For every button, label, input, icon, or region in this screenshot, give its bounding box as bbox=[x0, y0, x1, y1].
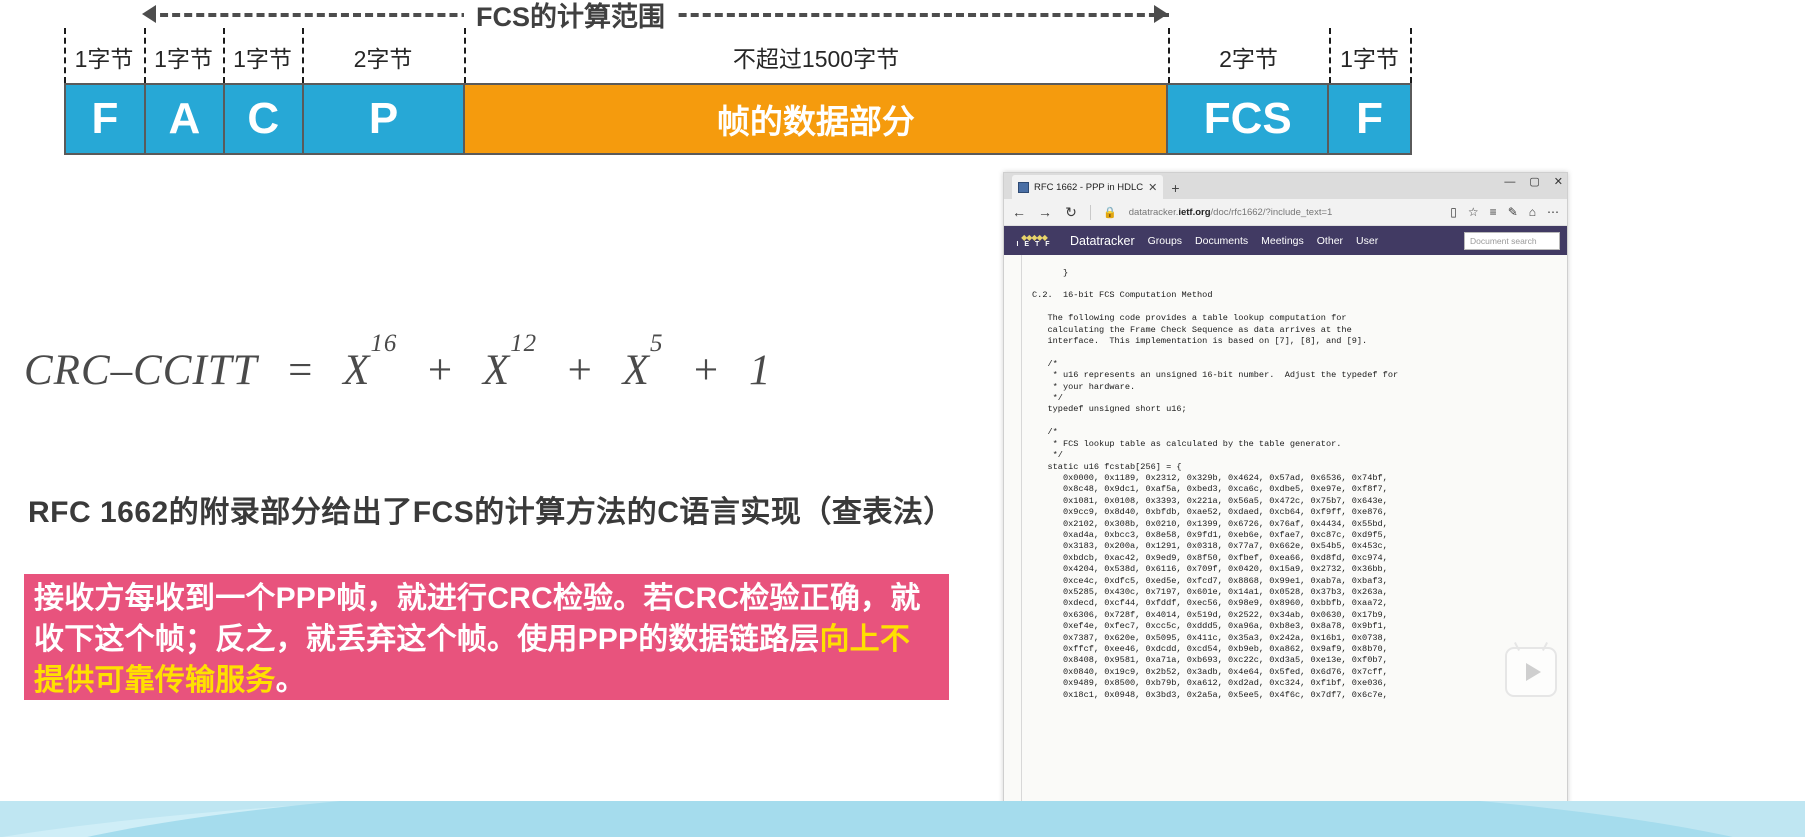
notes-icon[interactable]: ✎ bbox=[1508, 205, 1518, 219]
document-search-input[interactable]: Document search bbox=[1464, 231, 1560, 250]
frame-field-control: C bbox=[224, 85, 304, 153]
nav-item-user[interactable]: User bbox=[1356, 235, 1378, 247]
rfc-caption: RFC 1662的附录部分给出了FCS的计算方法的C语言实现（查表法） bbox=[28, 496, 954, 529]
reload-icon[interactable]: ↻ bbox=[1064, 204, 1078, 221]
frame-field-protocol: P bbox=[303, 85, 466, 153]
formula-term-0-base: X bbox=[343, 347, 371, 394]
browser-window: RFC 1662 - PPP in HDLC ✕ + — ▢ ✕ ← → ↻ 🔒… bbox=[1003, 172, 1568, 837]
formula-term-1-exp: 12 bbox=[510, 329, 538, 357]
callout-line-1: 接收方每收到一个PPP帧，就进行CRC检验。若CRC检验正确，就 bbox=[34, 578, 939, 619]
share-icon[interactable]: ⌂ bbox=[1529, 205, 1536, 219]
nav-item-groups[interactable]: Groups bbox=[1148, 235, 1182, 247]
callout-line-1-text: 接收方每收到一个PPP帧，就进行CRC检验。若CRC检验正确，就 bbox=[34, 582, 921, 615]
tab-title: RFC 1662 - PPP in HDLC bbox=[1034, 181, 1144, 193]
forward-icon[interactable]: → bbox=[1038, 204, 1052, 220]
document-gutter bbox=[1004, 255, 1022, 834]
reading-view-icon[interactable]: ▯ bbox=[1450, 205, 1457, 219]
address-bar[interactable]: datatracker.ietf.org/doc/rfc1662/?includ… bbox=[1129, 207, 1439, 218]
byte-label-4: 不超过1500字节 bbox=[732, 46, 900, 72]
new-tab-button[interactable]: + bbox=[1171, 180, 1179, 196]
formula-term-1-base: X bbox=[482, 347, 511, 394]
byte-label-2: 1字节 bbox=[233, 46, 292, 72]
frame-field-fcs: FCS bbox=[1168, 85, 1330, 153]
browser-titlebar: RFC 1662 - PPP in HDLC ✕ + — ▢ ✕ bbox=[1004, 173, 1567, 199]
navbar-divider bbox=[1090, 204, 1091, 220]
hub-icon[interactable]: ≡ bbox=[1490, 205, 1497, 219]
nav-item-documents[interactable]: Documents bbox=[1195, 235, 1248, 247]
minimize-icon[interactable]: — bbox=[1504, 176, 1515, 188]
nav-item-meetings[interactable]: Meetings bbox=[1261, 235, 1304, 247]
formula-term-2-base: X bbox=[622, 347, 650, 394]
ietf-navbar: ◆◆◆◆◆ I E T F Datatracker Groups Documen… bbox=[1004, 226, 1567, 255]
video-play-watermark bbox=[1505, 642, 1557, 697]
browser-navbar: ← → ↻ 🔒 datatracker.ietf.org/doc/rfc1662… bbox=[1004, 199, 1567, 226]
rfc-document-area: } C.2. 16-bit FCS Computation Method The… bbox=[1004, 255, 1567, 834]
formula-equals: = bbox=[285, 347, 316, 394]
url-prefix: datatracker. bbox=[1128, 206, 1179, 218]
formula-term-0-exp: 16 bbox=[370, 329, 398, 357]
close-icon[interactable]: ✕ bbox=[1148, 181, 1157, 194]
formula-term-2-exp: 5 bbox=[649, 329, 664, 357]
ppp-frame-diagram: FCS的计算范围 1字节 1字节 1字节 2字节 不超过1500字节 2字节 1… bbox=[64, 0, 1412, 160]
byte-label-1: 1字节 bbox=[154, 46, 213, 72]
window-controls: — ▢ ✕ bbox=[1504, 176, 1563, 188]
formula-plus-1: + bbox=[564, 347, 595, 394]
nav-item-datatracker[interactable]: Datatracker bbox=[1070, 234, 1135, 248]
formula-plus-2: + bbox=[691, 347, 722, 394]
ietf-logo: ◆◆◆◆◆ I E T F bbox=[1011, 232, 1057, 248]
play-icon bbox=[1525, 663, 1541, 681]
rfc-document-text: } C.2. 16-bit FCS Computation Method The… bbox=[1032, 267, 1399, 700]
byte-label-6: 1字节 bbox=[1340, 46, 1399, 72]
formula-lhs: CRC–CCITT bbox=[24, 347, 258, 394]
ietf-dots-icon: ◆◆◆◆◆ bbox=[1021, 232, 1048, 242]
crc-ccitt-formula: CRC–CCITT = X16 + X12 + X5 + 1 bbox=[24, 330, 924, 412]
nav-item-other[interactable]: Other bbox=[1317, 235, 1343, 247]
navbar-right-icons: ▯ ☆ ≡ ✎ ⌂ ⋯ bbox=[1450, 205, 1559, 219]
formula-term-3-base: 1 bbox=[748, 347, 772, 394]
byte-label-0: 1字节 bbox=[74, 46, 134, 72]
callout-line-3-highlight: 提供可靠传输服务 bbox=[34, 664, 276, 697]
conclusion-callout: 接收方每收到一个PPP帧，就进行CRC检验。若CRC检验正确，就 收下这个帧；反… bbox=[24, 574, 949, 700]
byte-size-labels: 1字节 1字节 1字节 2字节 不超过1500字节 2字节 1字节 bbox=[64, 28, 1412, 83]
frame-field-flag-end: F bbox=[1329, 85, 1411, 153]
byte-label-3: 2字节 bbox=[353, 46, 413, 72]
frame-field-address: A bbox=[145, 85, 225, 153]
ietf-logo-text: I E T F bbox=[1016, 240, 1052, 248]
url-domain: ietf.org bbox=[1178, 206, 1211, 218]
browser-tab[interactable]: RFC 1662 - PPP in HDLC ✕ bbox=[1012, 175, 1164, 199]
callout-line-2-highlight: 向上不 bbox=[819, 623, 911, 656]
window-close-icon[interactable]: ✕ bbox=[1554, 176, 1563, 188]
formula-plus-0: + bbox=[425, 347, 456, 394]
frame-fields-row: F A C P 帧的数据部分 FCS F bbox=[64, 83, 1412, 155]
maximize-icon[interactable]: ▢ bbox=[1529, 176, 1539, 188]
back-icon[interactable]: ← bbox=[1012, 204, 1026, 220]
arrow-head-right-icon bbox=[1154, 5, 1168, 23]
callout-line-3: 提供可靠传输服务。 bbox=[34, 660, 939, 701]
favicon-icon bbox=[1018, 181, 1029, 193]
url-suffix: /doc/rfc1662/?include_text=1 bbox=[1210, 206, 1333, 218]
callout-line-2-text: 收下这个帧；反之，就丢弃这个帧。使用PPP的数据链路层 bbox=[34, 623, 820, 656]
byte-label-5: 2字节 bbox=[1219, 46, 1278, 72]
favorite-star-icon[interactable]: ☆ bbox=[1468, 205, 1479, 219]
frame-field-payload: 帧的数据部分 bbox=[465, 85, 1169, 153]
fcs-scope-arrow: FCS的计算范围 bbox=[64, 0, 1412, 34]
lock-icon: 🔒 bbox=[1103, 206, 1117, 219]
frame-field-flag-start: F bbox=[66, 85, 146, 153]
arrow-head-left-icon bbox=[142, 5, 156, 23]
callout-line-2: 收下这个帧；反之，就丢弃这个帧。使用PPP的数据链路层向上不 bbox=[34, 619, 939, 660]
more-options-icon[interactable]: ⋯ bbox=[1547, 205, 1559, 219]
callout-line-3-text: 。 bbox=[275, 664, 306, 697]
decorative-wave bbox=[0, 801, 1805, 837]
